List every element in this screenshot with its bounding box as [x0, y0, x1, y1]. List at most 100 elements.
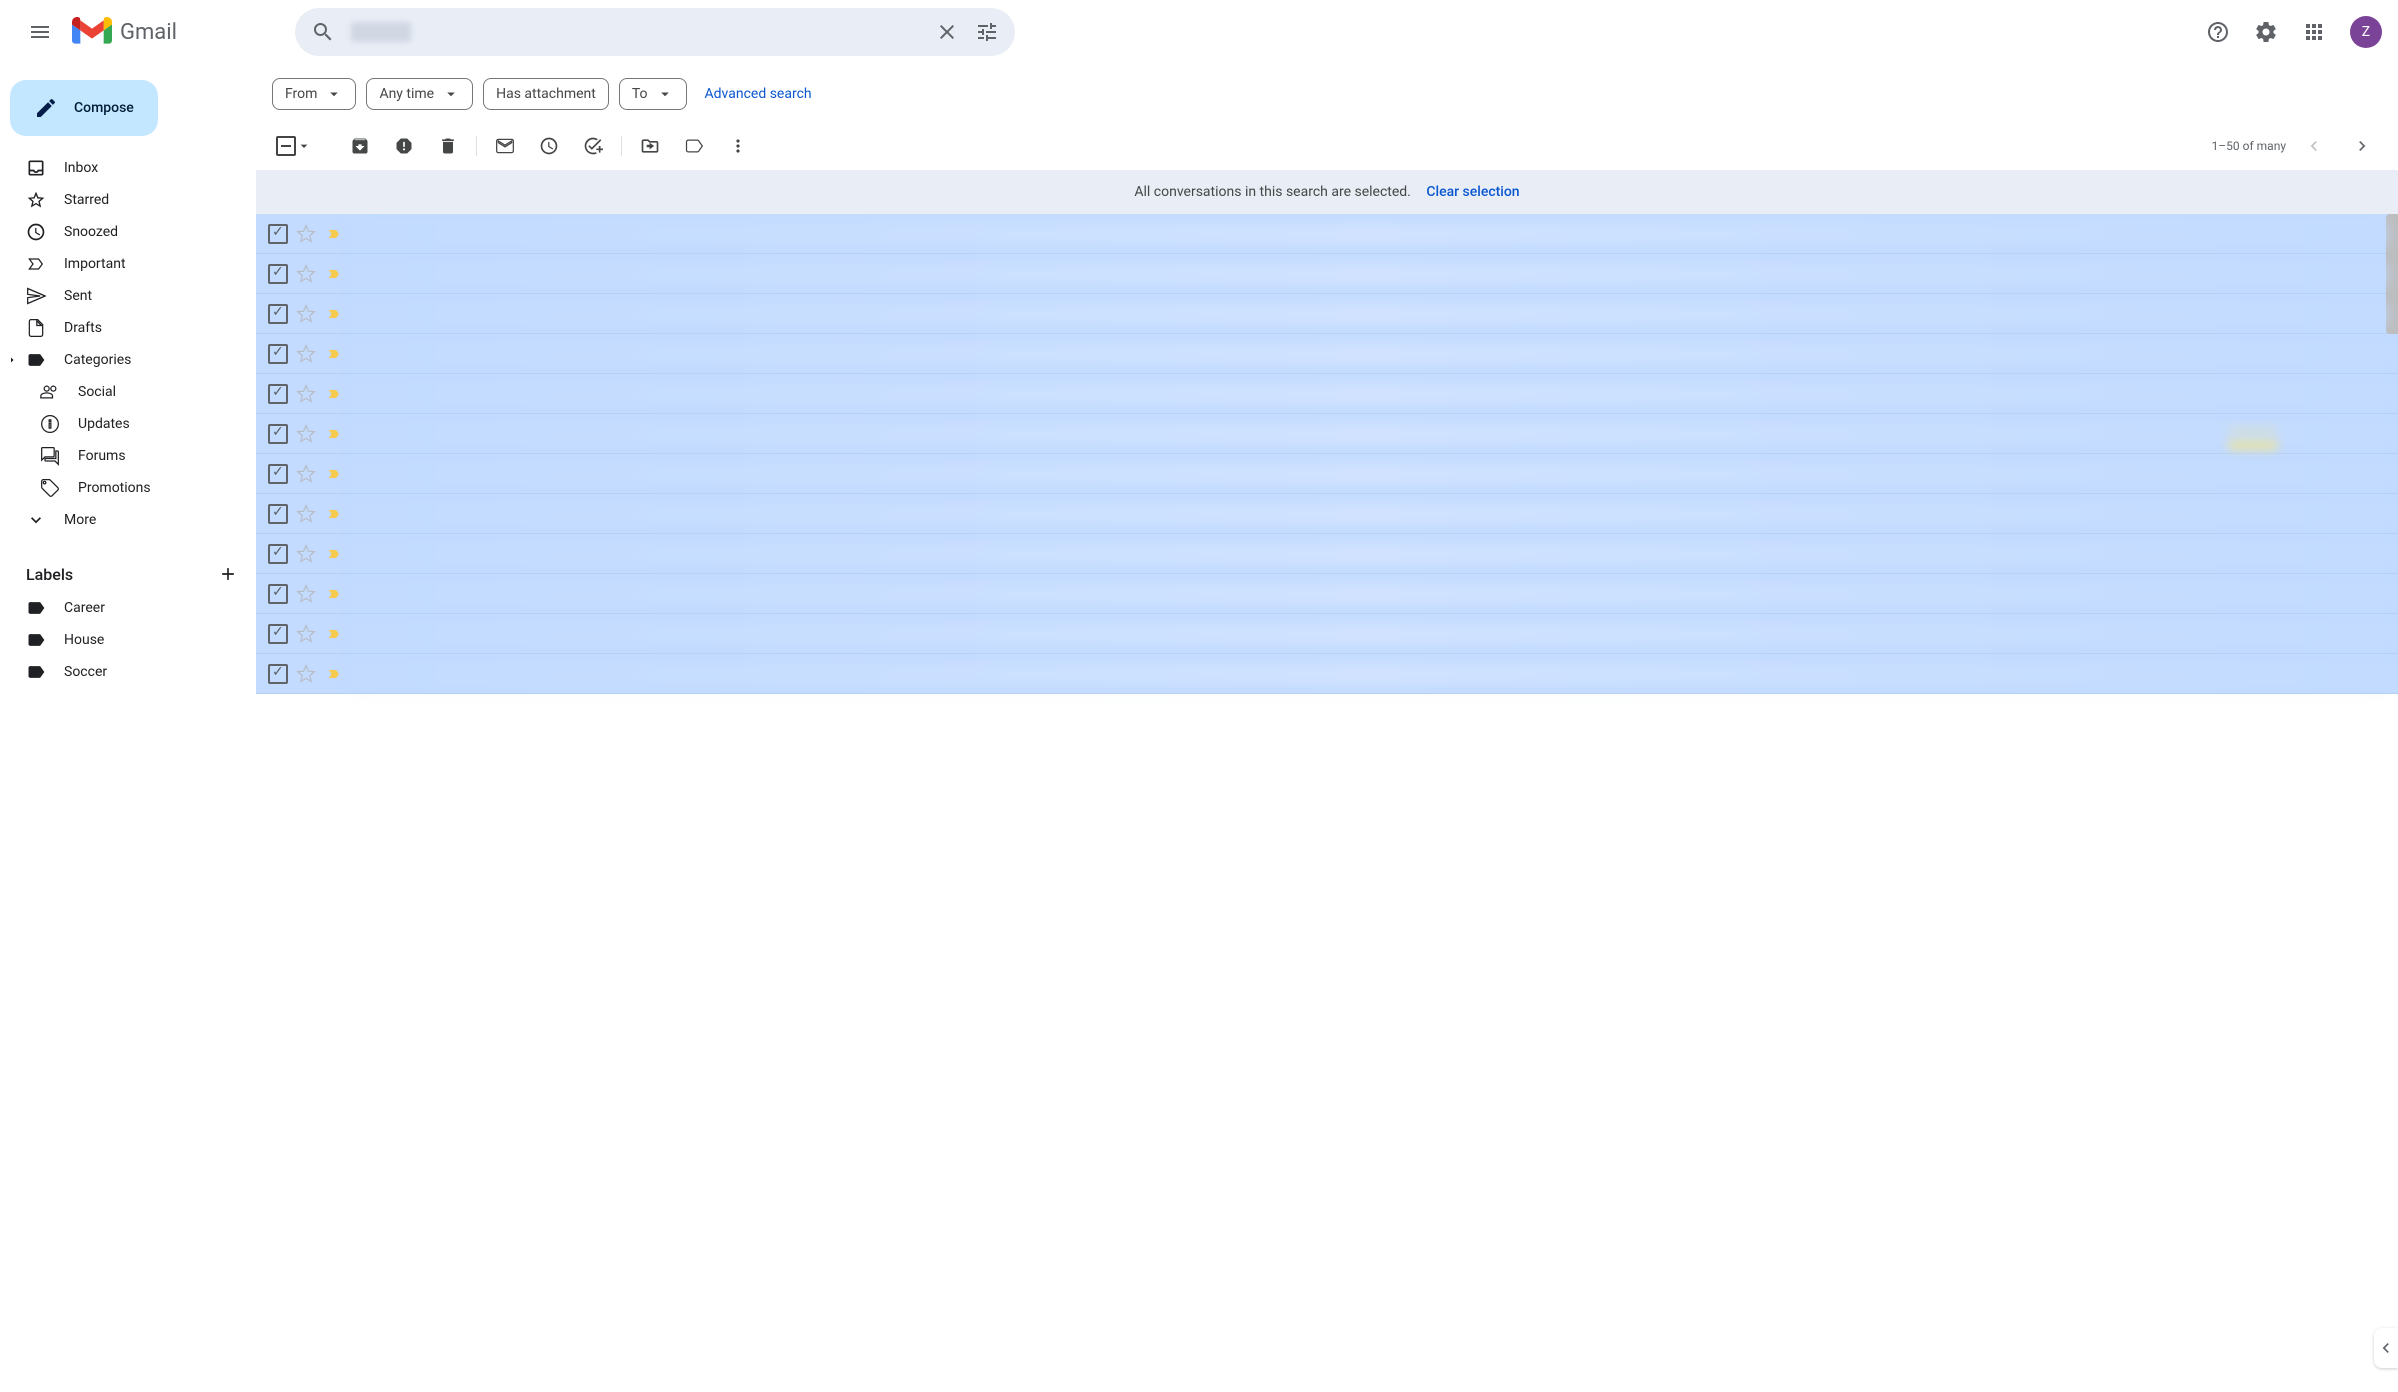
nav-more[interactable]: More [0, 504, 248, 536]
star-outline-icon[interactable] [296, 624, 316, 644]
row-checkbox[interactable] [268, 304, 288, 324]
prev-page-button[interactable] [2294, 126, 2334, 166]
star-outline-icon[interactable] [296, 584, 316, 604]
labels-title: Labels [26, 565, 73, 584]
important-marker-icon[interactable] [324, 586, 344, 602]
email-row[interactable] [256, 574, 2398, 614]
more-actions-button[interactable] [718, 126, 758, 166]
nav-inbox[interactable]: Inbox [0, 152, 248, 184]
drafts-icon [26, 318, 46, 338]
star-outline-icon[interactable] [296, 464, 316, 484]
nav-important[interactable]: Important [0, 248, 248, 280]
nav-snoozed[interactable]: Snoozed [0, 216, 248, 248]
row-checkbox[interactable] [268, 624, 288, 644]
email-row[interactable] [256, 414, 2398, 454]
delete-button[interactable] [428, 126, 468, 166]
star-outline-icon[interactable] [296, 344, 316, 364]
scrollbar-thumb[interactable] [2386, 214, 2398, 334]
report-spam-button[interactable] [384, 126, 424, 166]
nav-categories[interactable]: Categories [0, 344, 248, 376]
important-marker-icon[interactable] [324, 426, 344, 442]
important-marker-icon[interactable] [324, 506, 344, 522]
nav-updates[interactable]: Updates [0, 408, 248, 440]
move-to-button[interactable] [630, 126, 670, 166]
labels-button[interactable] [674, 126, 714, 166]
star-outline-icon[interactable] [296, 544, 316, 564]
nav-promotions[interactable]: Promotions [0, 472, 248, 504]
star-outline-icon[interactable] [296, 504, 316, 524]
email-list[interactable] [256, 214, 2398, 1392]
email-row[interactable] [256, 214, 2398, 254]
important-marker-icon[interactable] [324, 386, 344, 402]
email-row[interactable] [256, 374, 2398, 414]
select-all-checkbox[interactable] [272, 132, 316, 160]
email-row[interactable] [256, 254, 2398, 294]
row-checkbox[interactable] [268, 464, 288, 484]
star-outline-icon[interactable] [296, 304, 316, 324]
compose-button[interactable]: Compose [10, 80, 158, 136]
row-checkbox[interactable] [268, 344, 288, 364]
archive-button[interactable] [340, 126, 380, 166]
important-marker-icon[interactable] [324, 306, 344, 322]
email-row[interactable] [256, 334, 2398, 374]
important-marker-icon[interactable] [324, 266, 344, 282]
add-label-button[interactable] [218, 564, 238, 584]
account-avatar[interactable]: Z [2350, 16, 2382, 48]
filter-to[interactable]: To [619, 78, 687, 110]
row-checkbox[interactable] [268, 384, 288, 404]
email-row[interactable] [256, 534, 2398, 574]
support-button[interactable] [2198, 12, 2238, 52]
nav-drafts[interactable]: Drafts [0, 312, 248, 344]
row-checkbox[interactable] [268, 424, 288, 444]
row-checkbox[interactable] [268, 224, 288, 244]
star-outline-icon[interactable] [296, 264, 316, 284]
content-area: From Any time Has attachment To Advanced… [256, 66, 2398, 1392]
row-checkbox[interactable] [268, 584, 288, 604]
important-marker-icon[interactable] [324, 546, 344, 562]
search-input[interactable] [343, 22, 927, 42]
gmail-logo-area[interactable]: Gmail [72, 17, 177, 47]
star-outline-icon[interactable] [296, 424, 316, 444]
chevron-right-icon [2352, 136, 2372, 156]
mark-unread-button[interactable] [485, 126, 525, 166]
star-outline-icon[interactable] [296, 664, 316, 684]
filter-from[interactable]: From [272, 78, 356, 110]
main-menu-button[interactable] [16, 8, 64, 56]
label-house[interactable]: House [0, 624, 248, 656]
email-row[interactable] [256, 614, 2398, 654]
email-row[interactable] [256, 494, 2398, 534]
star-outline-icon[interactable] [296, 384, 316, 404]
apps-button[interactable] [2294, 12, 2334, 52]
nav-social[interactable]: Social [0, 376, 248, 408]
email-row[interactable] [256, 294, 2398, 334]
important-marker-icon[interactable] [324, 466, 344, 482]
side-panel-toggle[interactable] [2374, 1328, 2398, 1368]
nav-forums[interactable]: Forums [0, 440, 248, 472]
star-outline-icon[interactable] [296, 224, 316, 244]
important-marker-icon[interactable] [324, 346, 344, 362]
clear-search-button[interactable] [927, 12, 967, 52]
important-marker-icon[interactable] [324, 626, 344, 642]
important-marker-icon[interactable] [324, 226, 344, 242]
important-marker-icon[interactable] [324, 666, 344, 682]
filter-has-attachment[interactable]: Has attachment [483, 78, 609, 110]
email-row[interactable] [256, 454, 2398, 494]
label-soccer[interactable]: Soccer [0, 656, 248, 688]
advanced-search-link[interactable]: Advanced search [705, 86, 812, 102]
nav-starred[interactable]: Starred [0, 184, 248, 216]
row-checkbox[interactable] [268, 544, 288, 564]
email-row[interactable] [256, 654, 2398, 694]
row-checkbox[interactable] [268, 504, 288, 524]
nav-sent[interactable]: Sent [0, 280, 248, 312]
row-checkbox[interactable] [268, 664, 288, 684]
next-page-button[interactable] [2342, 126, 2382, 166]
clear-selection-link[interactable]: Clear selection [1426, 184, 1519, 200]
search-options-button[interactable] [967, 12, 1007, 52]
add-to-tasks-button[interactable] [573, 126, 613, 166]
settings-button[interactable] [2246, 12, 2286, 52]
filter-any-time[interactable]: Any time [366, 78, 473, 110]
label-career[interactable]: Career [0, 592, 248, 624]
snooze-button[interactable] [529, 126, 569, 166]
row-checkbox[interactable] [268, 264, 288, 284]
search-button[interactable] [303, 12, 343, 52]
